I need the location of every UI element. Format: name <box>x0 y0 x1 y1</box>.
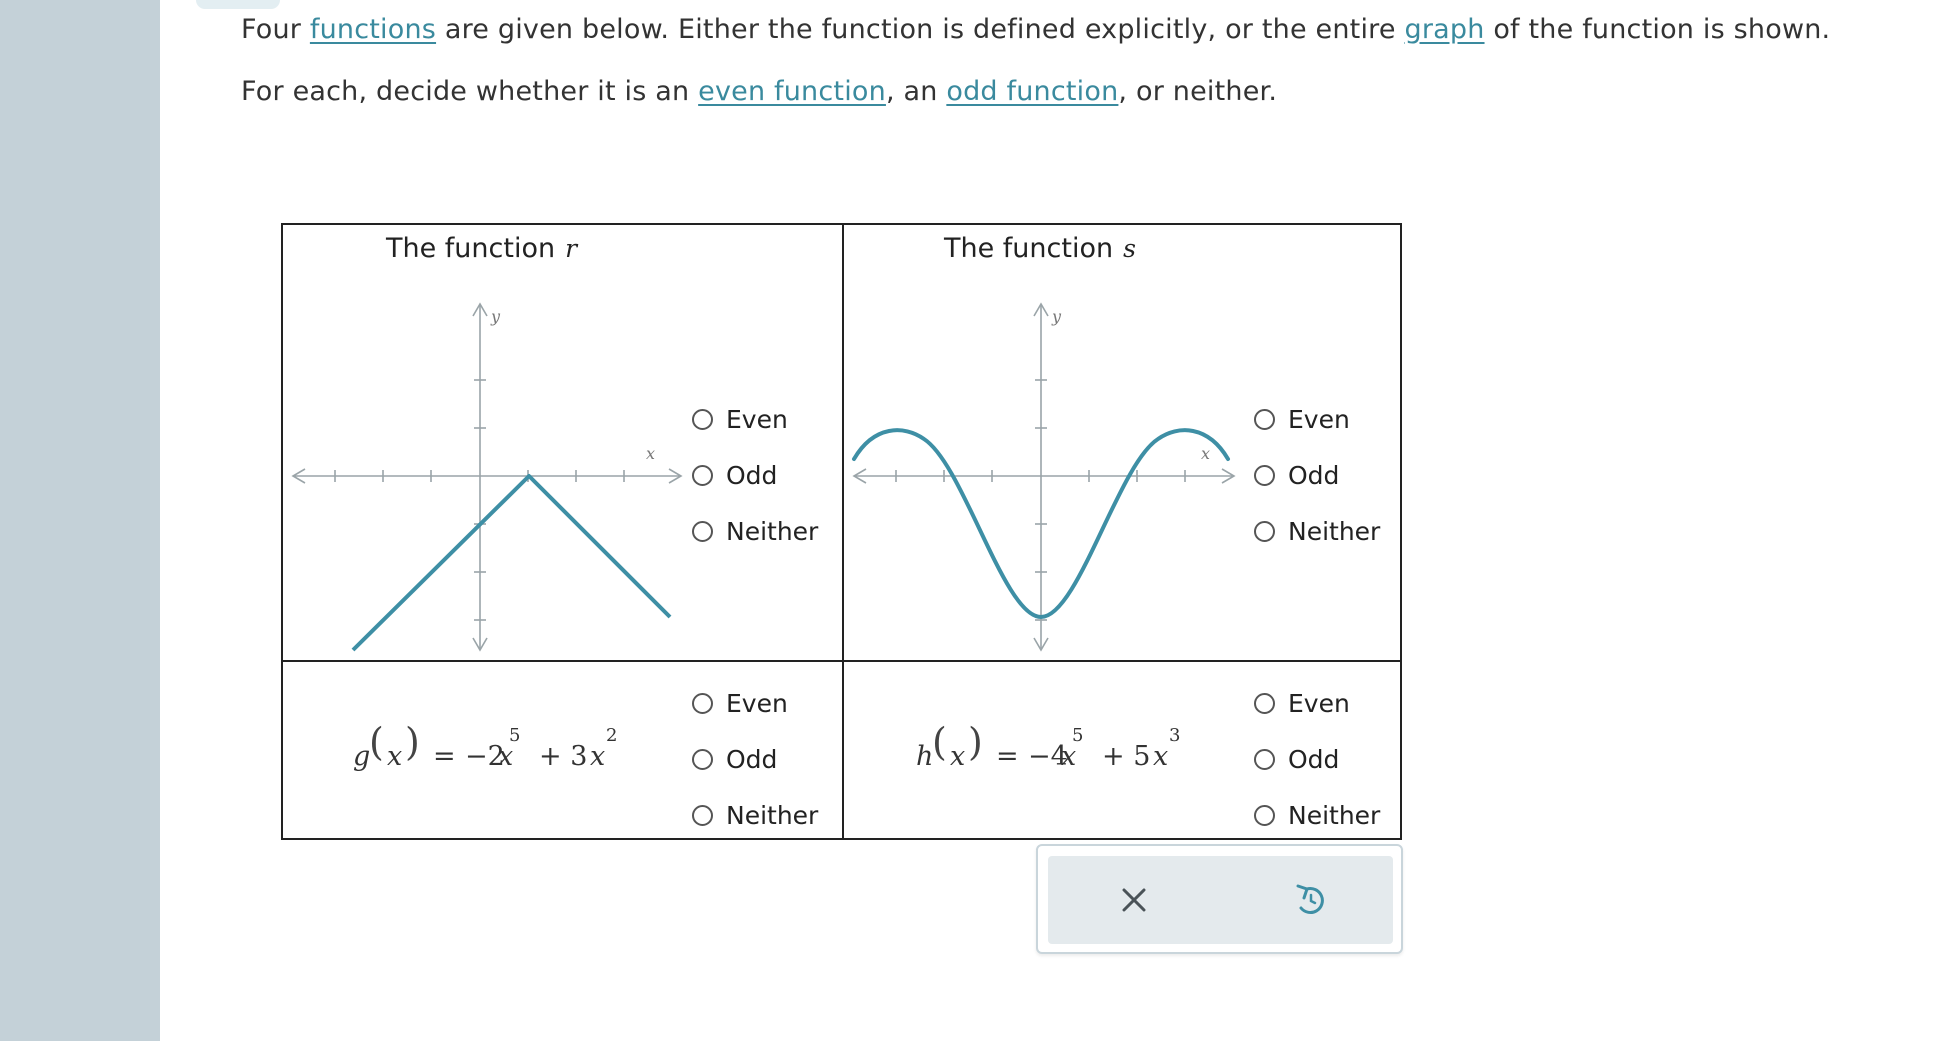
option-label: Neither <box>1288 517 1381 546</box>
intro-text: For each, decide whether it is an <box>241 76 699 107</box>
exponent: 2 <box>606 725 618 746</box>
term: + 5 <box>1102 741 1151 772</box>
option-label: Even <box>726 405 788 434</box>
graph-r: x y <box>291 302 683 652</box>
top-tab[interactable] <box>196 0 280 9</box>
option-label: Odd <box>726 461 778 490</box>
even-function-link[interactable]: even function <box>698 76 886 107</box>
option-label: Even <box>1288 405 1350 434</box>
cell-function-s: The function s x y Even Odd Neither <box>842 223 1402 662</box>
graph-curve-r <box>351 474 672 652</box>
clear-button[interactable] <box>1108 874 1160 926</box>
radio-button[interactable] <box>1254 693 1275 714</box>
open-paren: ( <box>369 720 384 764</box>
option-label: Even <box>726 689 788 718</box>
cell-function-h: h ( x ) = −4 x 5 + 5 x 3 Even Odd Neithe… <box>842 660 1402 840</box>
functions-table: The function r x y Even Odd Neither The … <box>281 223 1402 840</box>
radio-button[interactable] <box>692 749 713 770</box>
undo-button[interactable] <box>1285 874 1337 926</box>
close-paren: ) <box>968 720 983 764</box>
option-even-s[interactable]: Even <box>1254 405 1350 434</box>
exponent: 3 <box>1169 725 1181 746</box>
option-odd-s[interactable]: Odd <box>1254 461 1339 490</box>
y-axis-label: y <box>1051 307 1062 326</box>
equals-sign: = <box>433 741 456 772</box>
intro-text: , an <box>885 76 947 107</box>
odd-function-link[interactable]: odd function <box>946 76 1118 107</box>
close-paren: ) <box>405 720 420 764</box>
x-axis-label: x <box>646 444 655 463</box>
functions-link[interactable]: functions <box>310 14 436 45</box>
function-name: g <box>353 741 371 772</box>
x-axis-label: x <box>1201 444 1210 463</box>
answer-toolbar <box>1036 844 1403 954</box>
option-label: Neither <box>1288 801 1381 830</box>
graph-link[interactable]: graph <box>1404 14 1484 45</box>
radio-button[interactable] <box>1254 409 1275 430</box>
formula-h: h ( x ) = −4 x 5 + 5 x 3 <box>916 720 1180 787</box>
radio-button[interactable] <box>1254 749 1275 770</box>
y-axis-label: y <box>490 307 501 326</box>
left-sidebar <box>0 0 160 1041</box>
intro-line-2: For each, decide whether it is an even f… <box>241 76 1277 107</box>
radio-button[interactable] <box>692 465 713 486</box>
radio-button[interactable] <box>692 521 713 542</box>
cell-function-g: g ( x ) = −2 x 5 + 3 x 2 Even Odd Neithe… <box>281 660 844 840</box>
option-odd-r[interactable]: Odd <box>692 461 777 490</box>
function-argument: x <box>950 741 966 772</box>
open-paren: ( <box>932 720 947 764</box>
equals-sign: = <box>996 741 1019 772</box>
radio-button[interactable] <box>692 693 713 714</box>
option-even-h[interactable]: Even <box>1254 689 1350 718</box>
radio-button[interactable] <box>692 409 713 430</box>
intro-text: of the function is shown. <box>1484 14 1831 45</box>
radio-button[interactable] <box>1254 521 1275 542</box>
variable: x <box>1153 741 1169 772</box>
term: + 3 <box>539 741 588 772</box>
undo-icon <box>1296 884 1324 914</box>
option-even-r[interactable]: Even <box>692 405 788 434</box>
option-label: Odd <box>1288 745 1340 774</box>
intro-text: are given below. Either the function is … <box>436 14 1405 45</box>
radio-button[interactable] <box>1254 465 1275 486</box>
function-name: h <box>916 741 934 772</box>
function-argument: x <box>387 741 403 772</box>
option-neither-r[interactable]: Neither <box>692 517 818 546</box>
x-icon <box>1122 888 1146 912</box>
option-label: Neither <box>726 801 819 830</box>
option-odd-h[interactable]: Odd <box>1254 745 1339 774</box>
variable: x <box>590 741 606 772</box>
option-label: Odd <box>726 745 778 774</box>
intro-text: Four <box>241 14 310 45</box>
formula-g: g ( x ) = −2 x 5 + 3 x 2 <box>353 720 617 787</box>
radio-button[interactable] <box>692 805 713 826</box>
toolbar-panel <box>1048 856 1393 944</box>
intro-line-1: Four functions are given below. Either t… <box>241 14 1830 45</box>
radio-button[interactable] <box>1254 805 1275 826</box>
exponent: 5 <box>509 725 521 746</box>
option-neither-g[interactable]: Neither <box>692 801 818 830</box>
option-label: Neither <box>726 517 819 546</box>
option-label: Odd <box>1288 461 1340 490</box>
option-neither-h[interactable]: Neither <box>1254 801 1380 830</box>
option-odd-g[interactable]: Odd <box>692 745 777 774</box>
cell-function-r: The function r x y Even Odd Neither <box>281 223 844 662</box>
option-label: Even <box>1288 689 1350 718</box>
intro-text: , or neither. <box>1118 76 1278 107</box>
exponent: 5 <box>1072 725 1084 746</box>
option-even-g[interactable]: Even <box>692 689 788 718</box>
graph-s: x y <box>852 302 1236 652</box>
option-neither-s[interactable]: Neither <box>1254 517 1380 546</box>
